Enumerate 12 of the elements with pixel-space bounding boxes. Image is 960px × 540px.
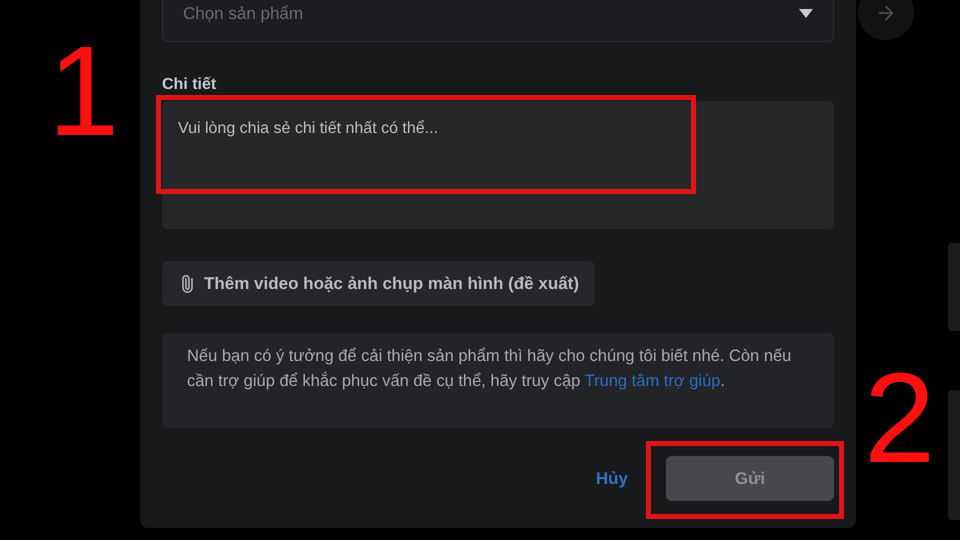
select-placeholder: Chọn sản phẩm — [183, 2, 304, 25]
attach-button[interactable]: Thêm video hoặc ảnh chụp màn hình (đề xuất) — [162, 261, 595, 306]
step-number: 1 — [48, 28, 120, 156]
step-number: 2 — [864, 355, 936, 483]
next-arrow-button[interactable] — [858, 0, 914, 40]
details-field[interactable]: Vui lòng chia sẻ chi tiết nhất có thể... — [162, 101, 834, 229]
info-text: Nếu bạn có ý tưởng để cải thiện sản phẩm thì hãy cho chúng tôi biết nhé. Còn nếu cần trợ giúp để khắc phục vấn đề cụ thể, hãy truy cập Trung tâm trợ giúp. — [162, 333, 834, 428]
dropdown-caret-icon — [799, 9, 813, 18]
help-center-link[interactable]: Trung tâm trợ giúp — [584, 372, 720, 390]
product-select[interactable]: Chọn sản phẩm — [162, 0, 834, 42]
cancel-link[interactable]: Hủy — [596, 466, 628, 492]
details-label: Chi tiết — [162, 75, 218, 95]
